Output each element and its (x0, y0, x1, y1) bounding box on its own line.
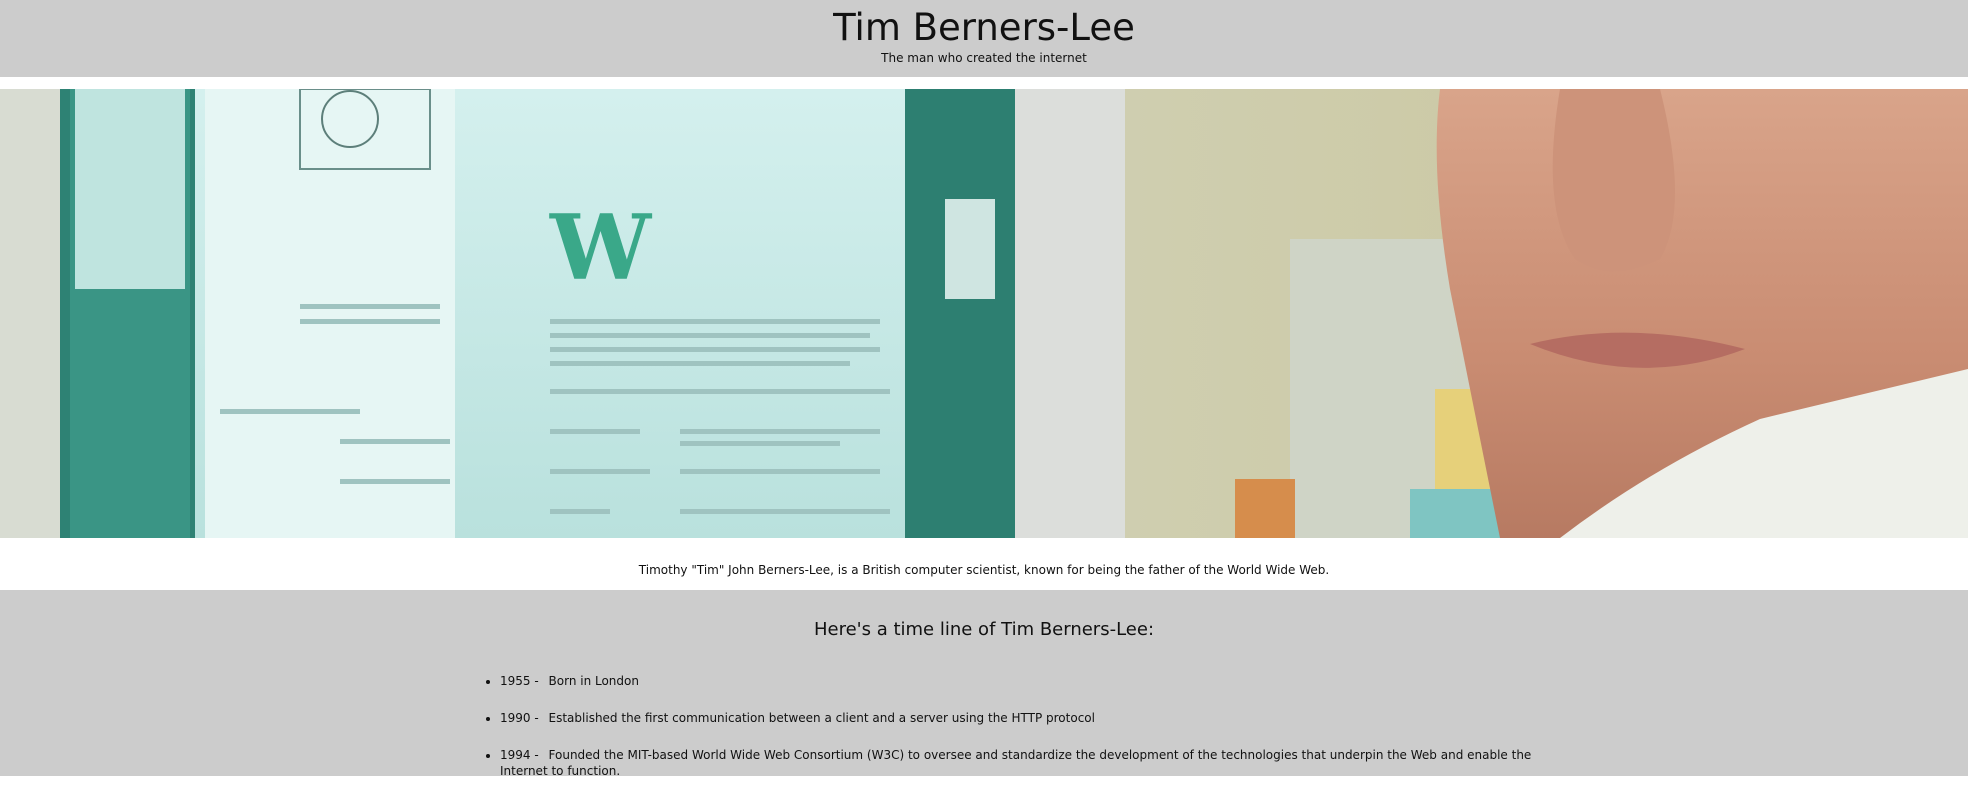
timeline-section: Here's a time line of Tim Berners-Lee: 1… (0, 590, 1968, 778)
timeline-text: Born in London (548, 674, 639, 688)
page-header: Tim Berners-Lee The man who created the … (0, 0, 1968, 77)
hero-image: W (0, 89, 1968, 538)
timeline-year: 1994 - (500, 748, 539, 762)
timeline-item: 1994 - Founded the MIT-based World Wide … (500, 747, 1550, 779)
hero-image-illustration: W (0, 89, 1968, 538)
timeline-year: 1955 - (500, 674, 539, 688)
timeline-year: 1990 - (500, 711, 539, 725)
page-title: Tim Berners-Lee (833, 6, 1135, 49)
timeline-list: 1955 - Born in London 1990 - Established… (484, 673, 1550, 800)
hero-caption: Timothy "Tim" John Berners-Lee, is a Bri… (638, 563, 1330, 577)
timeline-item: 1990 - Established the first communicati… (500, 710, 1550, 726)
svg-text:W: W (549, 195, 653, 301)
timeline-item: 1955 - Born in London (500, 673, 1550, 689)
timeline-text: Established the first communication betw… (548, 711, 1095, 725)
timeline-heading: Here's a time line of Tim Berners-Lee: (813, 619, 1155, 640)
timeline-text: Founded the MIT-based World Wide Web Con… (500, 748, 1532, 778)
page-subtitle: The man who created the internet (881, 51, 1087, 65)
